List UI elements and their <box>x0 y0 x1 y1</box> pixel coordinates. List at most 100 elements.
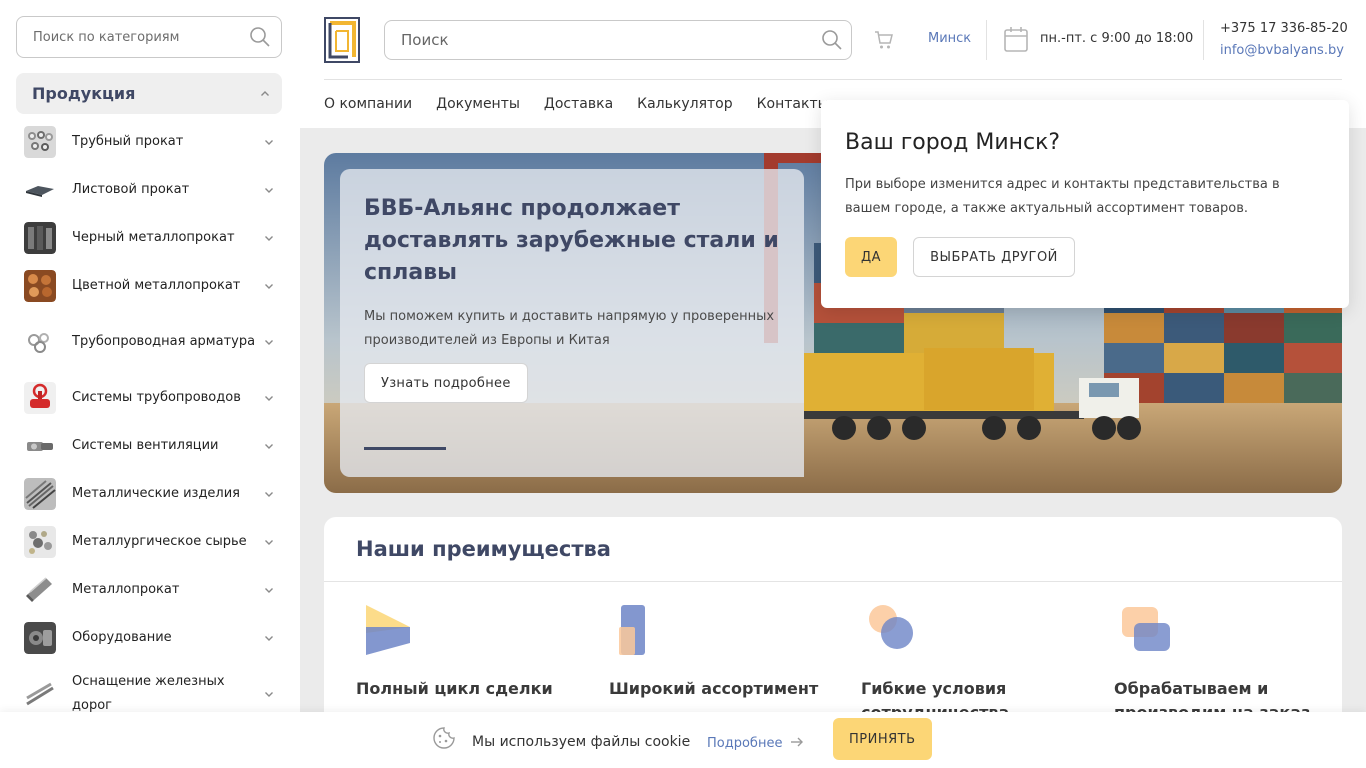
category-label: Листовой прокат <box>72 182 190 197</box>
category-sidebar: Продукция Трубный прокат Листовой прокат… <box>0 0 300 713</box>
cookie-banner: Мы используем файлы cookie Подробнее ПРИ… <box>0 712 1366 768</box>
header-divider <box>986 20 987 60</box>
chevron-up-icon <box>260 89 270 99</box>
pipes-icon <box>24 126 56 158</box>
sheet-metal-icon <box>24 174 56 206</box>
chevron-down-icon <box>265 492 273 497</box>
cookie-text: Мы используем файлы cookie <box>472 734 691 750</box>
header-divider-line <box>324 79 1342 80</box>
full-cycle-icon <box>366 605 410 655</box>
nav-calculator[interactable]: Калькулятор <box>637 96 732 112</box>
city-confirm-popup: Ваш город Минск? При выборе изменится ад… <box>821 100 1349 308</box>
nav-about[interactable]: О компании <box>324 96 412 112</box>
chevron-down-icon <box>265 188 273 193</box>
chevron-down-icon <box>265 540 273 545</box>
category-item-ferrous[interactable]: Черный металлопрокат <box>0 214 300 262</box>
company-logo[interactable] <box>324 17 360 63</box>
category-item-raw-materials[interactable]: Металлургическое сырье <box>0 518 300 566</box>
pipe-fittings-icon <box>24 326 56 358</box>
category-item-pipeline-systems[interactable]: Системы трубопроводов <box>0 374 300 422</box>
raw-materials-icon <box>24 526 56 558</box>
category-label: Системы вентиляции <box>72 438 219 453</box>
rolled-metal-icon <box>24 574 56 606</box>
flexible-terms-icon <box>869 605 913 649</box>
advantage-item: Полный цикл сделки <box>356 603 576 701</box>
working-hours: пн.-пт. с 9:00 до 18:00 <box>1040 31 1194 46</box>
chevron-down-icon <box>265 340 273 345</box>
learn-more-button[interactable]: Узнать подробнее <box>364 363 528 403</box>
ventilation-icon <box>24 430 56 462</box>
cart-icon[interactable] <box>874 30 894 50</box>
email-link[interactable]: info@bvbalyans.by <box>1220 43 1344 58</box>
railway-icon <box>24 678 56 710</box>
advantages-title: Наши преимущества <box>356 537 611 561</box>
chevron-down-icon <box>265 140 273 145</box>
nonferrous-metal-icon <box>24 270 56 302</box>
category-label: Оборудование <box>72 630 172 645</box>
products-heading-toggle[interactable]: Продукция <box>16 73 282 114</box>
category-label: Трубопроводная арматура <box>72 334 256 349</box>
site-search[interactable] <box>384 20 852 60</box>
ferrous-metal-icon <box>24 222 56 254</box>
category-list: Трубный прокат Листовой прокат Черный ме… <box>0 118 300 726</box>
hero-card: БВБ-Альянс продолжает доставлять зарубеж… <box>340 169 804 477</box>
slider-progress <box>364 447 446 450</box>
advantage-item: Широкий ассортимент <box>609 603 829 701</box>
category-label: Трубный прокат <box>72 134 184 149</box>
valve-icon <box>24 382 56 414</box>
category-item-sheet[interactable]: Листовой прокат <box>0 166 300 214</box>
category-search[interactable] <box>16 16 282 58</box>
category-item-ventilation[interactable]: Системы вентиляции <box>0 422 300 470</box>
chevron-down-icon <box>265 692 273 697</box>
category-item-nonferrous[interactable]: Цветной металлопрокат <box>0 262 300 310</box>
search-icon[interactable] <box>821 29 843 51</box>
accept-cookies-button[interactable]: ПРИНЯТЬ <box>833 718 932 760</box>
chevron-down-icon <box>265 636 273 641</box>
popup-text: При выборе изменится адрес и контакты пр… <box>845 177 1280 216</box>
chevron-down-icon <box>265 236 273 241</box>
header-divider <box>1203 20 1204 60</box>
category-item-equipment[interactable]: Оборудование <box>0 614 300 662</box>
category-search-input[interactable] <box>33 29 249 45</box>
category-item-pipes[interactable]: Трубный прокат <box>0 118 300 166</box>
advantage-label: Полный цикл сделки <box>356 679 553 698</box>
phone-link[interactable]: +375 17 336-85-20 <box>1220 21 1348 36</box>
category-item-pipe-fittings[interactable]: Трубопроводная арматура <box>0 310 300 374</box>
search-icon[interactable] <box>249 26 271 48</box>
advantages-section: Наши преимущества Полный цикл сделки Шир… <box>324 517 1342 712</box>
category-item-metal-products[interactable]: Металлические изделия <box>0 470 300 518</box>
category-label: Системы трубопроводов <box>72 390 241 405</box>
products-heading: Продукция <box>32 84 136 103</box>
category-label: Металлические изделия <box>72 486 241 501</box>
chevron-down-icon <box>265 396 273 401</box>
confirm-city-button[interactable]: ДА <box>845 237 898 277</box>
equipment-icon <box>24 622 56 654</box>
nav-documents[interactable]: Документы <box>436 96 520 112</box>
search-input[interactable] <box>401 31 821 49</box>
main-nav: О компании Документы Доставка Калькулято… <box>324 96 829 112</box>
assortment-icon <box>619 605 645 655</box>
category-label: Оснащение железных дорог <box>72 674 225 713</box>
nav-delivery[interactable]: Доставка <box>544 96 613 112</box>
chevron-down-icon <box>265 588 273 593</box>
metal-products-icon <box>24 478 56 510</box>
cookie-more-link[interactable]: Подробнее <box>707 736 782 751</box>
arrow-right-icon[interactable] <box>790 737 804 747</box>
advantage-item: Гибкие условия сотрудничества <box>861 603 1081 712</box>
choose-other-city-button[interactable]: ВЫБРАТЬ ДРУГОЙ <box>913 237 1075 277</box>
category-label: Металлургическое сырье <box>72 534 247 549</box>
advantage-label: Обрабатываем и производим на заказ <box>1114 679 1310 712</box>
advantage-item: Обрабатываем и производим на заказ <box>1114 603 1334 712</box>
category-label: Черный металлопрокат <box>72 230 235 245</box>
city-selector[interactable]: Минск <box>928 31 971 46</box>
hero-title: БВБ-Альянс продолжает доставлять зарубеж… <box>364 196 779 285</box>
advantage-label: Широкий ассортимент <box>609 679 819 698</box>
advantage-label: Гибкие условия сотрудничества <box>861 679 1009 712</box>
chevron-down-icon <box>265 444 273 449</box>
popup-title: Ваш город Минск? <box>845 130 1061 155</box>
category-item-rolled-metal[interactable]: Металлопрокат <box>0 566 300 614</box>
calendar-icon <box>1004 26 1028 52</box>
popup-actions: ДА ВЫБРАТЬ ДРУГОЙ <box>845 237 1325 277</box>
cookie-icon <box>432 726 456 750</box>
nav-contacts[interactable]: Контакты <box>757 96 829 112</box>
